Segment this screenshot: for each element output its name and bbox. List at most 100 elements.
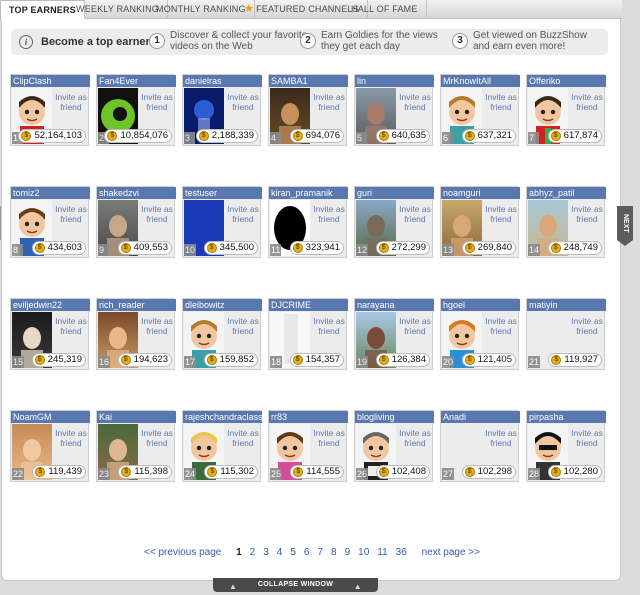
- page-link-6[interactable]: 6: [304, 547, 310, 558]
- page-link-9[interactable]: 9: [345, 547, 351, 558]
- previous-page-link[interactable]: << previous page: [144, 547, 221, 558]
- earner-card[interactable]: narayana Invite as friend 19 $126,384: [354, 298, 434, 370]
- invite-as-friend-link[interactable]: Invite as friend: [397, 428, 433, 448]
- earner-card[interactable]: rajeshchandraclassic Invite as friend 24 $…: [182, 410, 262, 482]
- earner-name[interactable]: DJCRIME: [269, 299, 348, 311]
- invite-as-friend-link[interactable]: Invite as friend: [225, 428, 261, 448]
- page-link-36[interactable]: 36: [396, 547, 407, 558]
- invite-as-friend-link[interactable]: Invite as friend: [483, 428, 519, 448]
- invite-as-friend-link[interactable]: Invite as friend: [311, 316, 347, 336]
- invite-as-friend-link[interactable]: Invite as friend: [53, 92, 89, 112]
- invite-as-friend-link[interactable]: Invite as friend: [569, 92, 605, 112]
- next-side-button[interactable]: NEXT: [617, 206, 633, 240]
- invite-as-friend-link[interactable]: Invite as friend: [397, 316, 433, 336]
- invite-as-friend-link[interactable]: Invite as friend: [569, 316, 605, 336]
- invite-as-friend-link[interactable]: Invite as friend: [311, 92, 347, 112]
- earner-card[interactable]: NoamGM Invite as friend 22 $119,439: [10, 410, 90, 482]
- earner-name[interactable]: Anadi: [441, 411, 520, 423]
- earner-card[interactable]: hgoel Invite as friend 20 $121,405: [440, 298, 520, 370]
- invite-as-friend-link[interactable]: Invite as friend: [225, 204, 261, 224]
- earner-name[interactable]: kiran_pramanik: [269, 187, 348, 199]
- invite-as-friend-link[interactable]: Invite as friend: [53, 316, 89, 336]
- earner-card[interactable]: pirpasha Invite as friend 28 $102,280: [526, 410, 606, 482]
- earner-card[interactable]: DJCRIME Invite as friend 18 $154,357: [268, 298, 348, 370]
- invite-as-friend-link[interactable]: Invite as friend: [483, 316, 519, 336]
- earner-card[interactable]: matiyin Invite as friend 21 $119,927: [526, 298, 606, 370]
- earner-card[interactable]: lin Invite as friend 5 $640,635: [354, 74, 434, 146]
- earner-card[interactable]: Fan4Ever Invite as friend 2 $10,854,076: [96, 74, 176, 146]
- earner-name[interactable]: SAMBA1: [269, 75, 348, 87]
- invite-as-friend-link[interactable]: Invite as friend: [53, 204, 89, 224]
- earner-name[interactable]: noamguri: [441, 187, 520, 199]
- earner-name[interactable]: abhyz_patil: [527, 187, 606, 199]
- earner-name[interactable]: dleibowitz: [183, 299, 262, 311]
- invite-as-friend-link[interactable]: Invite as friend: [53, 428, 89, 448]
- earner-name[interactable]: ClipClash: [11, 75, 90, 87]
- invite-as-friend-link[interactable]: Invite as friend: [139, 428, 175, 448]
- earner-name[interactable]: lin: [355, 75, 434, 87]
- earner-name[interactable]: danielras: [183, 75, 262, 87]
- page-link-7[interactable]: 7: [317, 547, 323, 558]
- earner-card[interactable]: testuser Invite as friend 10 $345,500: [182, 186, 262, 258]
- earner-card[interactable]: abhyz_patil Invite as friend 14 $248,749: [526, 186, 606, 258]
- earner-card[interactable]: ClipClash Invite as friend 1 $52,164,103: [10, 74, 90, 146]
- page-link-3[interactable]: 3: [263, 547, 269, 558]
- invite-as-friend-link[interactable]: Invite as friend: [225, 92, 261, 112]
- earner-card[interactable]: guri Invite as friend 12 $272,299: [354, 186, 434, 258]
- invite-as-friend-link[interactable]: Invite as friend: [397, 92, 433, 112]
- earner-card[interactable]: kiran_pramanik Invite as friend 11 $323,941: [268, 186, 348, 258]
- earner-card[interactable]: shakedzvi Invite as friend 9 $409,553: [96, 186, 176, 258]
- page-link-8[interactable]: 8: [331, 547, 337, 558]
- earner-name[interactable]: blogliving: [355, 411, 434, 423]
- earner-name[interactable]: tomiz2: [11, 187, 90, 199]
- page-link-11[interactable]: 11: [377, 547, 387, 558]
- earner-name[interactable]: rajeshchandraclassic: [183, 411, 262, 423]
- earner-name[interactable]: matiyin: [527, 299, 606, 311]
- invite-as-friend-link[interactable]: Invite as friend: [569, 204, 605, 224]
- earner-name[interactable]: hgoel: [441, 299, 520, 311]
- earner-card[interactable]: danielras Invite as friend 3 $2,188,339: [182, 74, 262, 146]
- earner-card[interactable]: dleibowitz Invite as friend 17 $159,852: [182, 298, 262, 370]
- invite-as-friend-link[interactable]: Invite as friend: [139, 316, 175, 336]
- page-link-5[interactable]: 5: [290, 547, 296, 558]
- earner-card[interactable]: rich_reader Invite as friend 16 $194,623: [96, 298, 176, 370]
- invite-as-friend-link[interactable]: Invite as friend: [397, 204, 433, 224]
- invite-as-friend-link[interactable]: Invite as friend: [483, 92, 519, 112]
- earner-name[interactable]: shakedzvi: [97, 187, 176, 199]
- earner-card[interactable]: Kai Invite as friend 23 $115,398: [96, 410, 176, 482]
- earner-name[interactable]: MrKnowItAll: [441, 75, 520, 87]
- earner-name[interactable]: rich_reader: [97, 299, 176, 311]
- invite-as-friend-link[interactable]: Invite as friend: [311, 428, 347, 448]
- invite-as-friend-link[interactable]: Invite as friend: [139, 204, 175, 224]
- earner-card[interactable]: tomiz2 Invite as friend 8 $434,603: [10, 186, 90, 258]
- page-link-1[interactable]: 1: [236, 547, 242, 558]
- earner-name[interactable]: narayana: [355, 299, 434, 311]
- earner-card[interactable]: Offeriko Invite as friend 7 $617,874: [526, 74, 606, 146]
- earner-name[interactable]: eviljedwin22: [11, 299, 90, 311]
- earner-card[interactable]: blogliving Invite as friend 26 $102,408: [354, 410, 434, 482]
- earner-card[interactable]: SAMBA1 Invite as friend 4 $694,076: [268, 74, 348, 146]
- earner-name[interactable]: pirpasha: [527, 411, 606, 423]
- earner-name[interactable]: testuser: [183, 187, 262, 199]
- invite-as-friend-link[interactable]: Invite as friend: [225, 316, 261, 336]
- invite-as-friend-link[interactable]: Invite as friend: [569, 428, 605, 448]
- earner-name[interactable]: Offeriko: [527, 75, 606, 87]
- page-link-10[interactable]: 10: [358, 547, 369, 558]
- earner-card[interactable]: noamguri Invite as friend 13 $269,840: [440, 186, 520, 258]
- earner-name[interactable]: Fan4Ever: [97, 75, 176, 87]
- invite-as-friend-link[interactable]: Invite as friend: [139, 92, 175, 112]
- earner-name[interactable]: NoamGM: [11, 411, 90, 423]
- page-link-2[interactable]: 2: [250, 547, 256, 558]
- earner-card[interactable]: MrKnowItAll Invite as friend 6 $637,321: [440, 74, 520, 146]
- tab-hall-of-fame[interactable]: HALL OF FAME: [343, 0, 427, 19]
- earner-card[interactable]: eviljedwin22 Invite as friend 15 $245,319: [10, 298, 90, 370]
- invite-as-friend-link[interactable]: Invite as friend: [483, 204, 519, 224]
- collapse-window-button[interactable]: ▲ COLLAPSE WINDOW ▲: [213, 578, 378, 592]
- earner-name[interactable]: Kai: [97, 411, 176, 423]
- earner-card[interactable]: Anadi Invite as friend 27 $102,298: [440, 410, 520, 482]
- page-link-4[interactable]: 4: [277, 547, 283, 558]
- invite-as-friend-link[interactable]: Invite as friend: [311, 204, 347, 224]
- earner-card[interactable]: rr83 Invite as friend 25 $114,555: [268, 410, 348, 482]
- next-page-link[interactable]: next page >>: [422, 547, 480, 558]
- earner-name[interactable]: guri: [355, 187, 434, 199]
